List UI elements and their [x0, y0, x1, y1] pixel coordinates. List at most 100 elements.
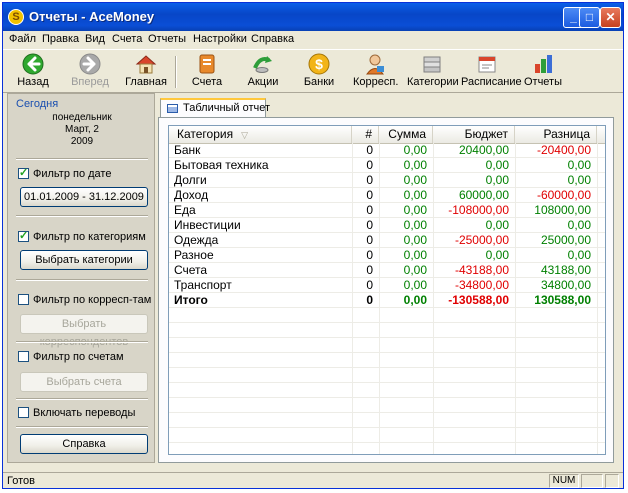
cell-difference: 130588,00: [534, 293, 591, 307]
toolbar-accounts-button[interactable]: Счета: [185, 52, 229, 90]
cell-sum: 0,00: [403, 278, 427, 292]
table-row[interactable]: Еда 0 0,00 -108000,00 108000,00: [169, 203, 605, 218]
stocks-icon: [253, 56, 272, 73]
toolbar-forward-label: Вперед: [71, 76, 109, 88]
table-row[interactable]: Транспорт 0 0,00 -34800,00 34800,00: [169, 278, 605, 293]
status-text: Готов: [7, 475, 35, 487]
table-header: Категория ▽ # Сумма Бюджет Разница: [169, 126, 605, 144]
menu-help[interactable]: Справка: [251, 33, 294, 45]
toolbar-categories-button[interactable]: Категории: [407, 52, 459, 90]
toolbar-home-button[interactable]: Главная: [123, 52, 169, 90]
toolbar-reports-button[interactable]: Отчеты: [523, 52, 563, 90]
grid-line: [169, 352, 605, 353]
grid-line: [169, 442, 605, 443]
checkbox-box[interactable]: [18, 294, 29, 305]
table-row[interactable]: Одежда 0 0,00 -25000,00 25000,00: [169, 233, 605, 248]
grid-line: [169, 397, 605, 398]
cell-sum: 0,00: [403, 188, 427, 202]
cell-category: Итого: [174, 293, 208, 307]
cell-count: 0: [366, 278, 373, 292]
menu-accounts[interactable]: Счета: [112, 33, 142, 45]
cell-budget: 0,00: [485, 173, 509, 187]
table-row[interactable]: Счета 0 0,00 -43188,00 43188,00: [169, 263, 605, 278]
cell-count: 0: [366, 248, 373, 262]
checkmark-icon: ✓: [19, 230, 29, 242]
close-button[interactable]: ✕: [600, 7, 621, 28]
maximize-button[interactable]: □: [579, 7, 600, 28]
toolbar-stocks-button[interactable]: Акции: [243, 52, 283, 90]
cell-count: 0: [366, 233, 373, 247]
cell-count: 0: [366, 218, 373, 232]
column-header-category[interactable]: Категория ▽: [169, 126, 352, 143]
status-bar: Готов NUM: [3, 472, 623, 488]
menu-settings[interactable]: Настройки: [193, 33, 247, 45]
column-header-difference[interactable]: Разница: [515, 126, 597, 143]
cell-budget: -43188,00: [454, 263, 509, 277]
panel-separator: [16, 398, 148, 400]
today-title[interactable]: Сегодня: [16, 98, 58, 110]
toolbar-payees-button[interactable]: Корресп.: [353, 52, 398, 90]
column-header-budget[interactable]: Бюджет: [433, 126, 515, 143]
menu-edit[interactable]: Правка: [42, 33, 79, 45]
toolbar-forward-button[interactable]: Вперед: [67, 52, 113, 90]
cell-count: 0: [366, 293, 373, 307]
column-header-count[interactable]: #: [352, 126, 379, 143]
toolbar-reports-label: Отчеты: [523, 76, 563, 88]
table-row[interactable]: Доход 0 0,00 60000,00 -60000,00: [169, 188, 605, 203]
window-title: Отчеты - AceMoney: [29, 9, 155, 24]
toolbar-back-label: Назад: [17, 76, 49, 88]
cell-budget: -25000,00: [454, 233, 509, 247]
table-row[interactable]: Бытовая техника 0 0,00 0,00 0,00: [169, 158, 605, 173]
toolbar-accounts-label: Счета: [191, 76, 223, 88]
cell-difference: 0,00: [567, 158, 591, 172]
cell-category: Разное: [174, 248, 214, 262]
grid-line: [169, 427, 605, 428]
cell-category: Доход: [174, 188, 209, 202]
acemoney-icon[interactable]: S: [8, 9, 24, 25]
select-payees-button[interactable]: Выбрать корреспондентов: [20, 314, 148, 348]
toolbar-schedule-button[interactable]: Расписание: [461, 52, 522, 90]
cell-sum: 0,00: [403, 248, 427, 262]
today-weekday: понедельник: [52, 112, 112, 123]
select-accounts-button[interactable]: Выбрать счета: [20, 372, 148, 392]
title-bar[interactable]: S Отчеты - AceMoney _ □ ✕: [3, 3, 623, 31]
grid-line: [169, 322, 605, 323]
cell-sum: 0,00: [403, 233, 427, 247]
accounts-icon: [199, 54, 215, 74]
checkbox-box[interactable]: [18, 407, 29, 418]
table-row[interactable]: Долги 0 0,00 0,00 0,00: [169, 173, 605, 188]
cell-difference: -60000,00: [536, 188, 591, 202]
cell-difference: 34800,00: [540, 278, 591, 292]
table-row[interactable]: Банк 0 0,00 20400,00 -20400,00: [169, 143, 605, 158]
select-categories-button[interactable]: Выбрать категории: [20, 250, 148, 270]
menu-reports[interactable]: Отчеты: [148, 33, 186, 45]
grid-line: [169, 367, 605, 368]
column-header-category-label: Категория: [177, 127, 234, 141]
status-pane: [605, 474, 619, 488]
cell-count: 0: [366, 263, 373, 277]
cell-count: 0: [366, 203, 373, 217]
menu-file[interactable]: Файл: [9, 33, 36, 45]
cell-count: 0: [366, 173, 373, 187]
schedule-icon: [478, 56, 496, 73]
date-range-button[interactable]: 01.01.2009 - 31.12.2009: [20, 187, 148, 207]
categories-icon: [423, 56, 441, 73]
tab-table-report[interactable]: Табличный отчет: [160, 98, 270, 118]
today-year: 2009: [70, 136, 94, 147]
table-row[interactable]: Инвестиции 0 0,00 0,00 0,00: [169, 218, 605, 233]
toolbar-back-button[interactable]: Назад: [11, 52, 55, 90]
checkbox-box[interactable]: [18, 351, 29, 362]
menu-view[interactable]: Вид: [85, 33, 105, 45]
column-header-sum[interactable]: Сумма: [379, 126, 433, 143]
grid-line: [169, 307, 605, 308]
toolbar-banks-button[interactable]: $ Банки: [299, 52, 339, 90]
help-button[interactable]: Справка: [20, 434, 148, 454]
table-total-row[interactable]: Итого 0 0,00 -130588,00 130588,00: [169, 293, 605, 308]
today-date: Март, 2: [65, 124, 99, 135]
table-row[interactable]: Разное 0 0,00 0,00 0,00: [169, 248, 605, 263]
forward-arrow-icon: [79, 53, 101, 75]
cell-budget: 0,00: [485, 248, 509, 262]
grid-line: [169, 337, 605, 338]
report-table[interactable]: Категория ▽ # Сумма Бюджет Разница Банк 0 0…: [168, 125, 606, 455]
panel-separator: [16, 426, 148, 428]
